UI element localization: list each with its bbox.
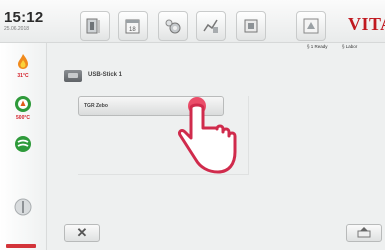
usb-stick-icon xyxy=(64,70,82,82)
program-temperature-icon xyxy=(15,96,31,112)
calendar-icon[interactable]: 18 xyxy=(118,11,148,41)
status-line: § 1 Ready § Labor xyxy=(0,43,385,53)
furnace-program-icon[interactable] xyxy=(80,11,110,41)
status-labor: § Labor xyxy=(342,44,358,49)
chart-icon[interactable] xyxy=(196,11,226,41)
brand-logo: VITA xyxy=(348,14,385,34)
clock-date: 25.06.2018 xyxy=(4,26,30,32)
status-indicator xyxy=(6,244,36,248)
import-icon xyxy=(357,227,371,238)
close-button[interactable]: ✕ xyxy=(64,224,100,242)
firing-icon[interactable] xyxy=(236,11,266,41)
clock-time: 15:12 xyxy=(4,9,44,26)
screen: 15:12 25.06.2018 18 VITA § 1 Ready § Lab… xyxy=(0,0,385,250)
temperature-current: 31°C xyxy=(17,73,29,79)
vacuum-icon xyxy=(15,136,31,152)
status-ready: § 1 Ready xyxy=(307,44,328,49)
usb-device-row[interactable]: USB-Stick 1 xyxy=(64,70,244,84)
svg-text:18: 18 xyxy=(129,27,136,33)
import-button[interactable] xyxy=(346,224,382,242)
left-sidebar: 31°C 500°C xyxy=(0,43,47,250)
service-icon[interactable] xyxy=(296,11,326,41)
touch-hand-icon xyxy=(178,97,237,174)
usb-device-label: USB-Stick 1 xyxy=(88,72,123,78)
flame-icon xyxy=(18,54,28,69)
lift-icon xyxy=(14,198,32,216)
file-list-item-label: TGR Zebo xyxy=(84,103,108,109)
top-bar: 15:12 25.06.2018 18 VITA xyxy=(0,0,385,43)
temperature-target: 500°C xyxy=(16,115,30,121)
settings-icon[interactable] xyxy=(158,11,188,41)
